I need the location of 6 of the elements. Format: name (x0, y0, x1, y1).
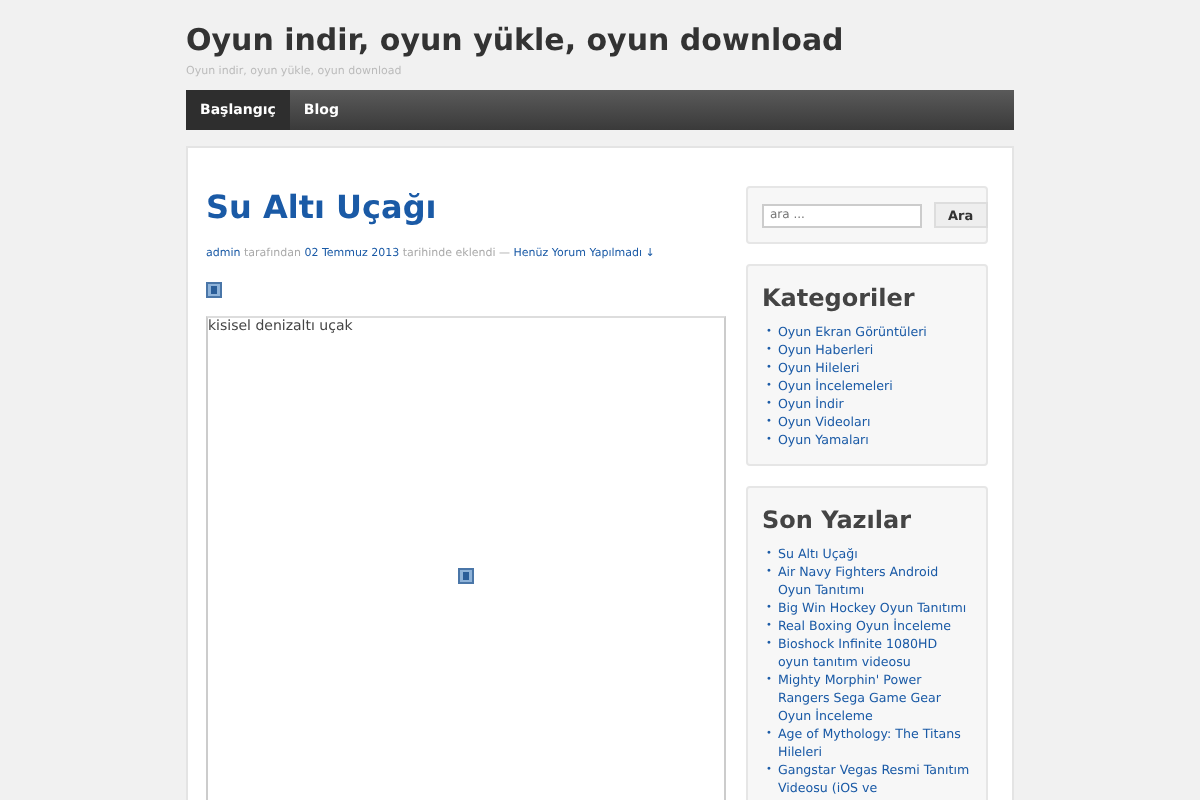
post-title[interactable]: Su Altı Uçağı (206, 188, 732, 228)
broken-image-icon (458, 568, 474, 584)
widget-title: Son Yazılar (762, 506, 914, 534)
widget-title: Kategoriler (762, 284, 917, 312)
site-title[interactable]: Oyun indir, oyun yükle, oyun download (186, 22, 1014, 58)
broken-image-icon (206, 282, 222, 298)
